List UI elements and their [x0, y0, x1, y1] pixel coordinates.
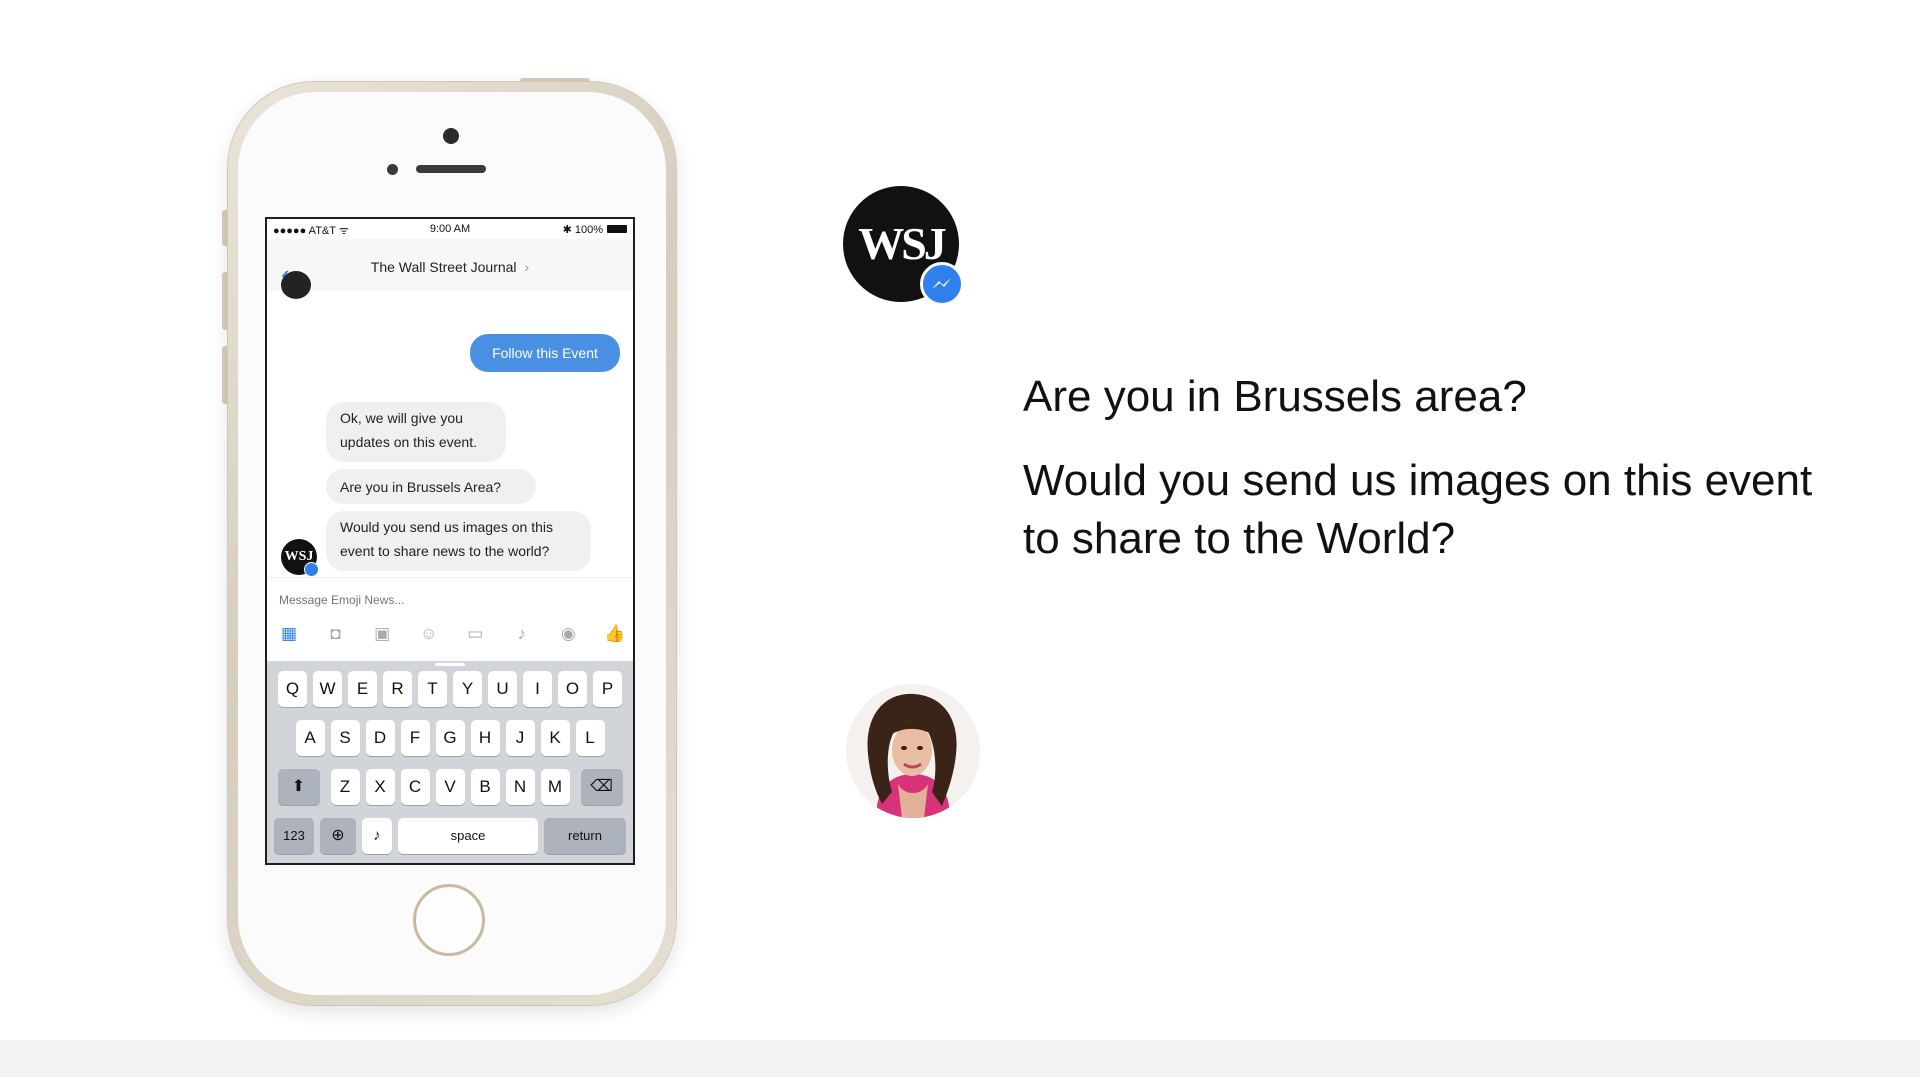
space-key[interactable]: space: [398, 818, 538, 854]
apps-grid-icon[interactable]: ▦: [277, 622, 301, 646]
message-composer: ▦ ◘ ▣ ☺ ▭ ♪ ◉ 👍: [267, 577, 633, 662]
camera-icon[interactable]: ◘: [324, 622, 348, 646]
key[interactable]: F: [400, 720, 430, 756]
battery-icon: [607, 225, 627, 233]
bottom-strip: [0, 1040, 1920, 1077]
key[interactable]: B: [470, 769, 500, 805]
proximity-sensor: [387, 164, 398, 175]
key[interactable]: Z: [330, 769, 360, 805]
outgoing-message-bubble[interactable]: Follow this Event: [470, 334, 620, 372]
key[interactable]: R: [383, 671, 412, 707]
key[interactable]: D: [365, 720, 395, 756]
question-brussels: Are you in Brussels area?: [1023, 372, 1527, 421]
keyboard-handle: [435, 663, 465, 666]
wsj-chat-avatar: WSJ: [281, 539, 319, 577]
status-bar: ●●●●● AT&T ᯤ 9:00 AM ✱ 100%: [267, 219, 633, 239]
shift-key-icon[interactable]: ⬆: [277, 769, 320, 805]
key[interactable]: L: [575, 720, 605, 756]
key[interactable]: U: [488, 671, 517, 707]
user-avatar: [846, 684, 980, 818]
message-input[interactable]: [277, 588, 621, 612]
incoming-message-bubble[interactable]: Are you in Brussels Area?: [326, 469, 536, 504]
location-pin-icon[interactable]: ◉: [556, 622, 580, 646]
key[interactable]: C: [400, 769, 430, 805]
key[interactable]: O: [558, 671, 587, 707]
key[interactable]: Q: [278, 671, 307, 707]
backspace-key-icon[interactable]: ⌫: [580, 769, 623, 805]
key[interactable]: M: [540, 769, 570, 805]
emoji-icon[interactable]: ☺: [417, 622, 441, 646]
microphone-icon[interactable]: ♪: [510, 622, 534, 646]
key[interactable]: H: [470, 720, 500, 756]
key[interactable]: W: [313, 671, 342, 707]
home-button[interactable]: [413, 884, 485, 956]
keyboard-row-3: ⬆ Z X C V B N M ⌫: [267, 769, 633, 805]
incoming-message-bubble[interactable]: Ok, we will give you updates on this eve…: [326, 402, 506, 462]
dictation-key-icon[interactable]: ♪: [362, 818, 392, 854]
key[interactable]: J: [505, 720, 535, 756]
return-key[interactable]: return: [544, 818, 626, 854]
globe-key-icon[interactable]: ⊕: [320, 818, 356, 854]
chevron-right-icon: ›: [524, 259, 530, 275]
earpiece-speaker: [416, 165, 486, 173]
keyboard-row-1: Q W E R T Y U I O P: [267, 671, 633, 707]
key[interactable]: A: [295, 720, 325, 756]
gallery-icon[interactable]: ▣: [370, 622, 394, 646]
phone-screen: ●●●●● AT&T ᯤ 9:00 AM ✱ 100% ‹ The Wall S…: [265, 217, 635, 865]
keyboard-row-4: 123 ⊕ ♪ space return: [267, 818, 633, 854]
conversation-header: ‹ The Wall Street Journal›: [267, 239, 633, 291]
key[interactable]: G: [435, 720, 465, 756]
incoming-message-bubble[interactable]: Would you send us images on this event t…: [326, 511, 591, 571]
battery-label: ✱ 100%: [562, 224, 603, 236]
conversation-title-text: The Wall Street Journal: [370, 259, 517, 275]
partial-avatar: [281, 271, 311, 299]
key[interactable]: E: [348, 671, 377, 707]
composer-toolbar: ▦ ◘ ▣ ☺ ▭ ♪ ◉ 👍: [277, 622, 627, 646]
key[interactable]: Y: [453, 671, 482, 707]
onscreen-keyboard: Q W E R T Y U I O P A S D F G H J K L ⬆ …: [267, 661, 633, 863]
key[interactable]: V: [435, 769, 465, 805]
numbers-key[interactable]: 123: [274, 818, 314, 854]
key[interactable]: I: [523, 671, 552, 707]
key[interactable]: P: [593, 671, 622, 707]
gif-icon[interactable]: ▭: [463, 622, 487, 646]
key[interactable]: N: [505, 769, 535, 805]
key[interactable]: X: [365, 769, 395, 805]
messenger-mini-badge-icon: [304, 562, 319, 577]
question-send-images: Would you send us images on this event t…: [1023, 456, 1813, 563]
key[interactable]: K: [540, 720, 570, 756]
thumbs-up-icon[interactable]: 👍: [603, 622, 627, 646]
front-camera: [443, 128, 459, 144]
key[interactable]: T: [418, 671, 447, 707]
key[interactable]: S: [330, 720, 360, 756]
keyboard-row-2: A S D F G H J K L: [267, 720, 633, 756]
messenger-badge-icon: [920, 262, 964, 306]
conversation-title[interactable]: The Wall Street Journal ›: [267, 259, 633, 275]
